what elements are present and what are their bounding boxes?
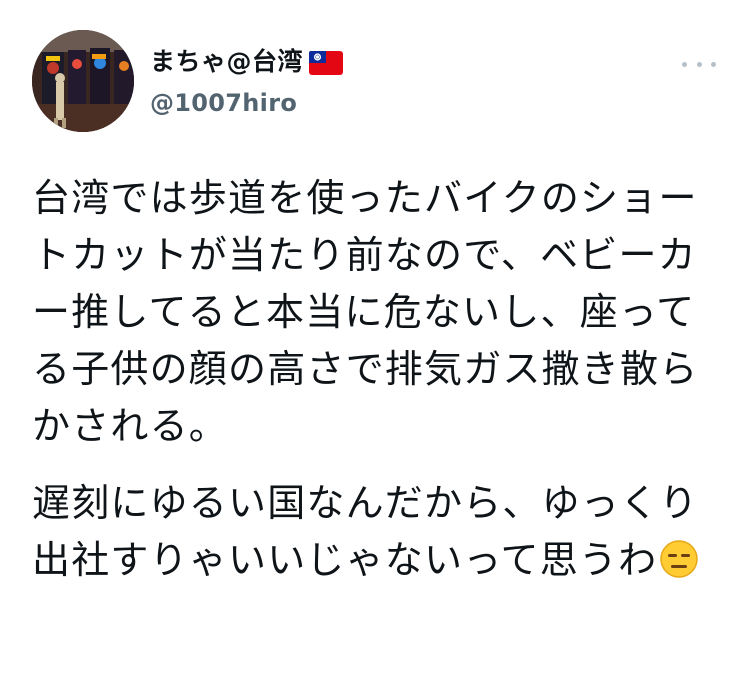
avatar[interactable]: [32, 30, 134, 132]
more-dot: [711, 61, 716, 67]
user-handle[interactable]: @1007hiro: [150, 88, 297, 118]
tweet-card: まちゃ@台湾 @1007hiro 台湾では歩道を使ったバイクのショートカットが当…: [0, 0, 750, 674]
more-dot: [696, 61, 702, 67]
tweet-text: 台湾では歩道を使ったバイクのショートカットが当たり前なので、ベビーカー推してると…: [32, 176, 699, 448]
avatar-photo: [32, 30, 134, 132]
expressionless-face-emoji: [659, 538, 699, 578]
tweet-paragraph: 遅刻にゆるい国なんだから、ゆっくり出社すりゃいいじゃないって思うわ: [32, 475, 722, 589]
display-name[interactable]: まちゃ@台湾: [150, 46, 303, 78]
tweet-paragraph: 台湾では歩道を使ったバイクのショートカットが当たり前なので、ベビーカー推してると…: [32, 170, 722, 455]
taiwan-flag-icon: [309, 51, 344, 75]
tweet-body: 台湾では歩道を使ったバイクのショートカットが当たり前なので、ベビーカー推してると…: [32, 170, 722, 589]
author-name-row[interactable]: まちゃ@台湾: [150, 46, 344, 78]
more-dot: [682, 61, 687, 67]
tweet-text: 遅刻にゆるい国なんだから、ゆっくり出社すりゃいいじゃないって思うわ: [32, 481, 699, 582]
more-options-icon[interactable]: [682, 56, 716, 72]
